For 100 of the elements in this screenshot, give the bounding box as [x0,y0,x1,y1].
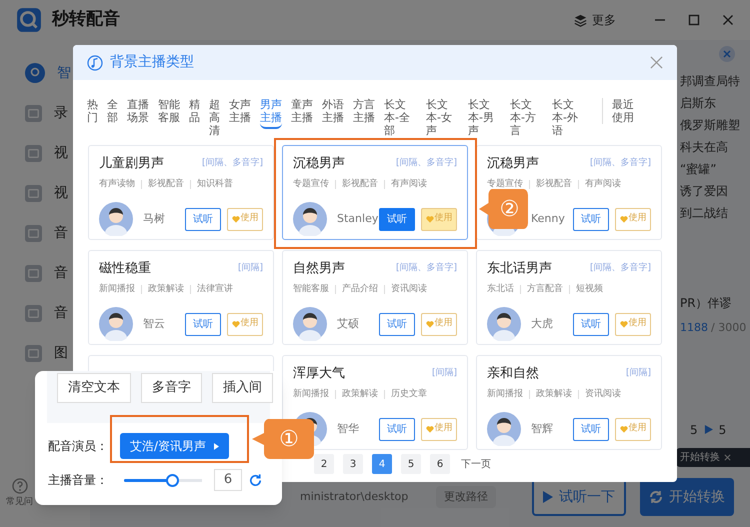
play-icon [543,491,553,503]
voice-tag: 短视频 [576,282,603,296]
page-button[interactable]: 2 [314,454,334,474]
voice-card[interactable]: 亲和自然 [间隔] 新闻播报 政策解读 资讯阅读 智辉 试听 使用 [476,355,662,450]
media-icon [25,224,42,242]
voice-tag: 有声读物 [99,178,135,191]
voice-card[interactable]: 自然男声 [间隔、多音字] 智能客服 产品介绍 资讯阅读 艾硕 试听 使用 [282,250,468,345]
slider-thumb[interactable] [166,474,180,486]
voice-tag: 东北话 [487,282,514,296]
text-line: “蜜罐” [680,161,718,178]
voice-tag: 有声阅读 [391,178,427,191]
text-line: 邦调查局特 [680,73,741,90]
refresh-icon[interactable] [248,472,263,488]
close-icon[interactable] [650,56,663,69]
tab[interactable]: 长文本-方言 [510,98,543,137]
listen-button[interactable]: 试听 [379,312,415,336]
feature-label: [间隔] [432,367,457,380]
voice-tag: 影视配音 [148,178,184,191]
page-button[interactable]: 5 [401,454,421,474]
listen-button[interactable]: 试听 [573,418,609,440]
sidebar-item[interactable]: 图 [25,342,90,364]
voice-name: 艾硕 [337,316,360,332]
close-icon[interactable] [722,14,734,26]
listen-button[interactable]: 试听 [185,312,221,336]
voice-card[interactable]: 沉稳男声 [间隔、多音字] 专题宣传 影视配音 有声阅读 Stanley 试听 使用 [282,145,468,240]
tool-button[interactable]: 清空文本 [57,373,131,403]
text-line: 诱了爱因 [680,183,729,200]
voice-tag: 智能客服 [293,282,329,296]
voice-tag: 影视配音 [342,178,378,191]
maximize-icon[interactable] [688,14,700,26]
sidebar-item[interactable]: 音 [25,262,90,284]
voice-tag: 影视配音 [536,178,572,191]
page-button[interactable]: 3 [343,454,363,474]
tab[interactable]: 热门 [87,98,98,124]
voice-tag: 法律宣讲 [197,282,233,296]
media-icon [25,344,42,362]
app-logo-icon [16,7,42,33]
tool-button[interactable]: 多音字 [141,373,202,403]
tab[interactable]: 最近使用 [612,98,634,124]
listen-button[interactable]: 试听 [573,312,609,336]
avatar [293,307,327,341]
listen-button[interactable]: 试听 [379,208,415,230]
voice-title: 自然男声 [293,260,345,278]
tab[interactable]: 超高清 [209,98,220,137]
media-icon [25,104,42,122]
tab[interactable]: 外语主播 [322,98,344,124]
tab[interactable]: 精品 [189,98,200,124]
volume-label: 主播音量： [48,472,108,489]
voice-card[interactable]: 磁性稳重 [间隔] 新闻播报 政策解读 法律宣讲 智云 试听 使用 [88,250,274,345]
voice-tag: 有声阅读 [585,178,621,191]
tab[interactable]: 长文本-女声 [426,98,459,137]
tab[interactable]: 童声主播 [291,98,313,124]
callout-badge: ② [479,189,528,229]
tab[interactable]: 长文本-男声 [468,98,501,137]
sidebar-item[interactable]: 音 [25,222,90,244]
tab[interactable]: 男声主播 [260,98,282,129]
heart-icon [426,425,434,433]
heart-icon [620,215,628,223]
sidebar-item[interactable]: 视 [25,142,90,164]
char-limit: / 3000 [711,320,746,336]
sync-icon [649,490,663,504]
voice-select-button[interactable]: 艾浩/资讯男声 [120,433,230,459]
voice-tag: 资讯阅读 [585,388,621,401]
heart-icon [426,320,434,328]
listen-button[interactable]: 试听 [379,418,415,440]
tool-button[interactable]: 插入间 [212,373,273,403]
next-page-link[interactable]: 下一页 [461,456,491,472]
voice-title: 浑厚大气 [293,365,345,383]
speed-value: 5 [718,422,726,438]
voice-name: 马树 [143,210,166,227]
tab[interactable]: 直播场景 [127,98,149,124]
tab[interactable]: 长文本-全部 [384,98,417,137]
volume-value-field[interactable]: 6 [214,469,242,491]
more-button[interactable]: 更多 [574,11,616,29]
voice-card[interactable]: 儿童剧男声 [间隔、多音字] 有声读物 影视配音 知识科普 马树 试听 使用 [88,145,274,240]
tab[interactable]: 长文本-外语 [552,98,585,137]
listen-button[interactable]: 试听 [185,208,221,230]
text-line: PR）伴谬 [680,295,733,312]
app-title: 秒转配音 [52,8,120,32]
tab[interactable]: 女声主播 [229,98,251,124]
voice-tag: 产品介绍 [342,282,378,296]
heart-icon [426,215,434,223]
page-button[interactable]: 6 [430,454,450,474]
listen-button[interactable]: 试听 [573,208,609,230]
help-icon[interactable] [12,478,28,494]
tab[interactable]: 全部 [107,98,118,124]
char-count: 1188 [680,320,708,336]
voice-tag: 新闻播报 [293,388,329,401]
avatar [487,307,521,341]
voice-card[interactable]: 东北话男声 [间隔、多音字] 东北话 方言配音 短视频 大虎 试听 使用 [476,250,662,345]
tab[interactable]: 智能客服 [158,98,180,124]
sidebar-item[interactable]: 音 [25,302,90,324]
heart-icon [232,320,240,328]
sidebar-item[interactable]: 视 [25,182,90,204]
avatar [293,202,327,236]
tab[interactable]: 方言主播 [353,98,375,124]
heart-icon [620,425,628,433]
close-icon[interactable] [719,46,735,62]
feature-label: [间隔] [238,262,263,275]
tooltip: 开始转换 [676,448,750,467]
